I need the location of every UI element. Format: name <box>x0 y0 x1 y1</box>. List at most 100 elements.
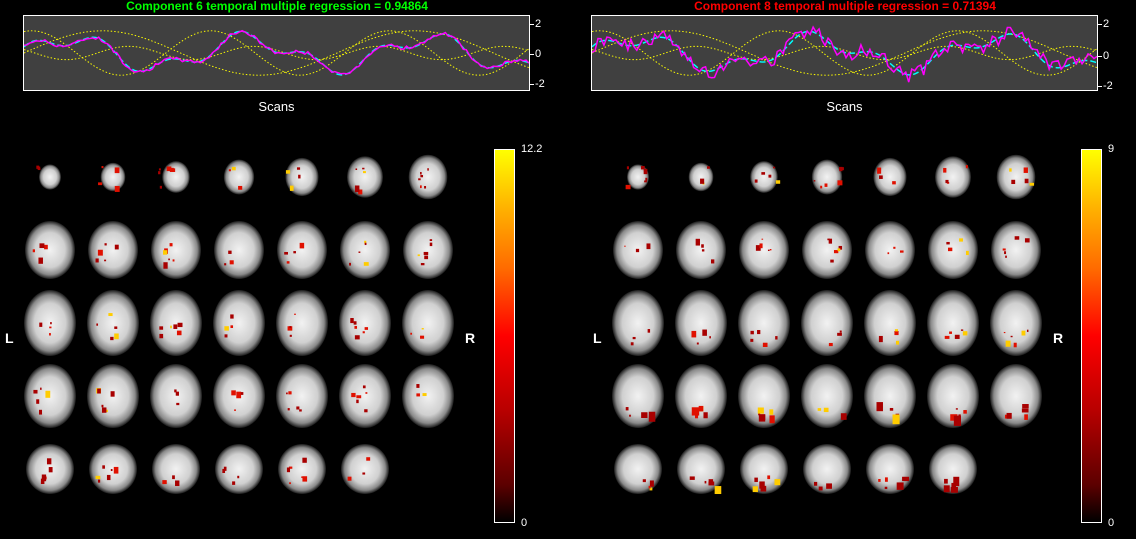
activation-blob <box>36 165 40 169</box>
brain-slice <box>22 289 78 357</box>
brain-slice-svg <box>402 364 454 428</box>
activation-blob <box>163 262 168 269</box>
activation-blob <box>358 251 361 253</box>
brain-slice-grid <box>22 143 460 527</box>
activation-blob <box>893 246 896 249</box>
activation-blob <box>878 335 883 343</box>
activation-blob <box>884 486 888 490</box>
activation-blob <box>364 242 367 246</box>
brain-slice-svg <box>614 444 662 494</box>
activation-blob <box>98 182 103 186</box>
activation-blob <box>768 174 772 178</box>
activation-blob <box>824 183 828 187</box>
activation-blob <box>953 415 961 426</box>
brain-slice-svg <box>865 221 915 279</box>
activation-blob <box>754 179 758 183</box>
activation-blob <box>162 480 167 485</box>
activation-blob <box>356 395 362 399</box>
activation-blob <box>289 334 292 337</box>
y-tick-mark <box>530 54 534 55</box>
activation-blob <box>286 467 291 473</box>
activation-blob <box>287 408 290 411</box>
brain-slice <box>736 216 792 284</box>
activation-blob <box>289 482 291 485</box>
activation-blob <box>813 180 816 182</box>
activation-blob <box>284 251 288 255</box>
brain-outline <box>928 221 978 279</box>
activation-blob <box>286 392 288 395</box>
activation-blob <box>707 166 710 169</box>
brain-slice <box>85 143 141 211</box>
brain-slice <box>610 216 666 284</box>
brain-slice <box>736 362 792 430</box>
brain-slice <box>610 362 666 430</box>
activation-blob <box>944 335 950 339</box>
brain-slice <box>925 216 981 284</box>
activation-blob <box>48 467 53 473</box>
brain-slice <box>736 435 792 503</box>
brain-slice <box>148 216 204 284</box>
brain-slice-svg <box>285 157 319 197</box>
activation-blob <box>817 408 822 411</box>
activation-blob <box>1023 167 1028 173</box>
brain-slice <box>988 143 1044 211</box>
activation-blob <box>299 409 302 412</box>
brain-outline <box>214 221 264 279</box>
brain-slice <box>85 362 141 430</box>
activation-blob <box>424 255 429 260</box>
activation-blob <box>839 330 842 333</box>
activation-blob <box>1004 251 1007 255</box>
activation-blob <box>820 185 823 189</box>
brain-slice-svg <box>991 221 1041 279</box>
brain-outline <box>811 159 843 195</box>
brain-slice <box>337 216 393 284</box>
activation-blob <box>349 262 351 266</box>
activation-blob <box>947 247 953 252</box>
brain-slice-svg <box>811 159 844 195</box>
brain-slice <box>85 289 141 357</box>
activation-blob <box>421 328 424 330</box>
activation-blob <box>355 168 358 171</box>
brain-slice <box>148 289 204 357</box>
brain-slice <box>337 362 393 430</box>
activation-blob <box>1024 411 1027 413</box>
brain-slice <box>85 435 141 503</box>
activation-blob <box>410 332 413 335</box>
activation-blob <box>231 166 236 171</box>
brain-slice <box>400 143 456 211</box>
activation-blob <box>420 174 424 178</box>
brain-slice <box>862 289 918 357</box>
brain-slice <box>799 216 855 284</box>
brain-slice-svg <box>150 290 202 356</box>
activation-blob <box>113 466 119 474</box>
activation-blob <box>946 241 950 245</box>
activation-blob <box>949 331 952 334</box>
activation-blob <box>1009 168 1012 172</box>
activation-blob <box>301 476 304 478</box>
brain-outline <box>402 364 454 428</box>
brain-slice-svg <box>24 290 76 356</box>
activation-blob <box>769 409 774 415</box>
activation-blob <box>879 175 883 179</box>
activation-blob <box>750 338 754 342</box>
brain-slice <box>22 216 78 284</box>
activation-blob <box>176 330 182 336</box>
activation-blob <box>750 330 754 335</box>
brain-slice-svg <box>151 221 201 279</box>
activation-blob <box>159 326 164 330</box>
activation-blob <box>959 238 963 242</box>
activation-blob <box>362 472 366 475</box>
activation-blob <box>427 168 429 171</box>
brain-slice <box>925 435 981 503</box>
brain-slice-svg <box>26 444 74 494</box>
activation-blob <box>892 181 896 185</box>
brain-slice-svg <box>612 290 664 356</box>
brain-slice-svg <box>89 444 137 494</box>
brain-outline <box>614 444 662 494</box>
brain-outline <box>100 162 126 192</box>
brain-outline <box>276 290 328 356</box>
activation-blob <box>767 249 770 252</box>
activation-blob <box>294 313 296 315</box>
activation-blob <box>299 242 305 249</box>
activation-blob <box>1024 178 1029 184</box>
